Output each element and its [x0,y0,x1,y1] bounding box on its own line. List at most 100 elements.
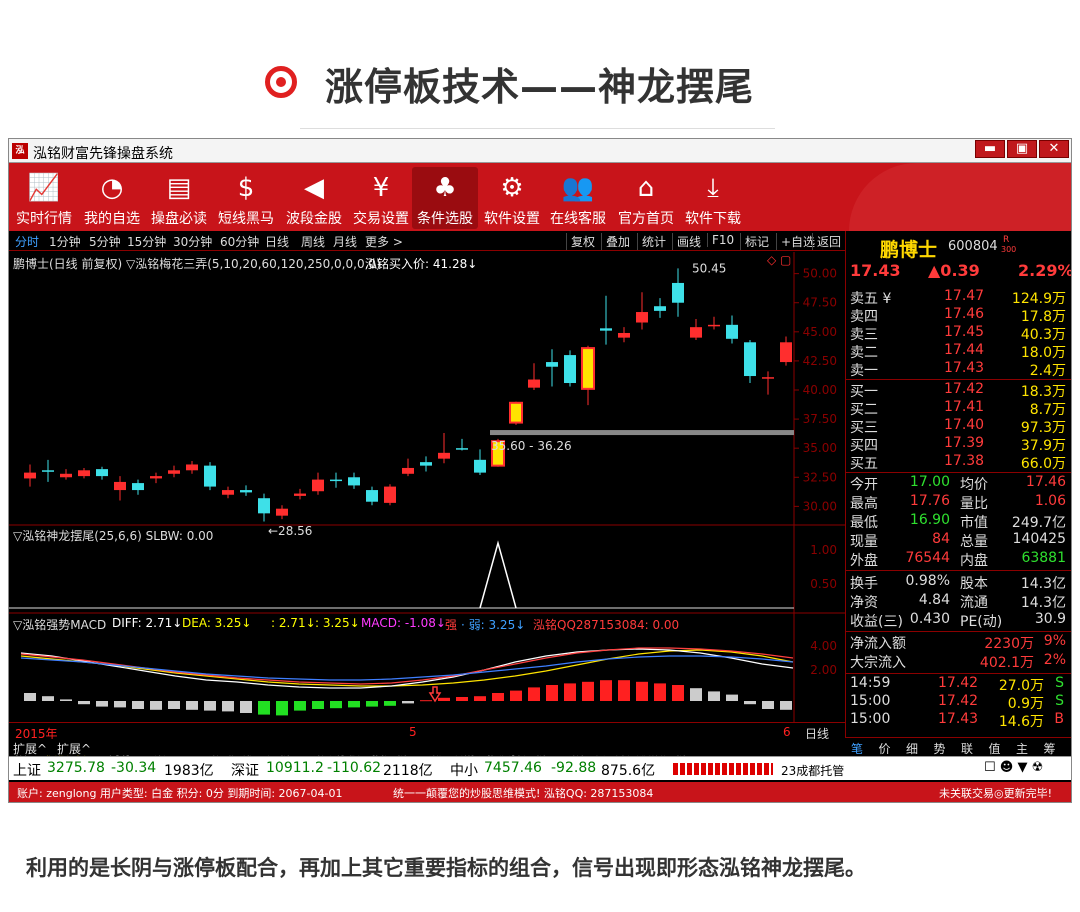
candle [420,462,432,466]
y-tick-label: 47.50 [803,296,837,310]
stat-label: 量比 [960,496,988,512]
flow-label: 净流入额 [850,636,906,652]
y-tick-label: 40.00 [803,383,837,397]
toolbar-button-4[interactable]: ◀ 波段金股 [281,167,347,229]
toolbar-button-2[interactable]: ▤ 操盘必读 [146,167,212,229]
right-tab-0[interactable]: 复权 [566,233,595,250]
toolbar-button-6[interactable]: ♣ 条件选股 [412,167,478,229]
minimize-button[interactable]: ▬ [975,140,1005,158]
macd-bar [618,680,630,701]
side-tab-4[interactable]: 联 [961,740,973,757]
fund-value: 0.430 [909,611,950,627]
period-tab-1[interactable]: 1分钟 [49,233,81,250]
side-tab-2[interactable]: 细 [906,740,918,757]
side-tab-5[interactable]: 值 [989,740,1001,757]
maximize-button[interactable]: ▣ [1007,140,1037,158]
right-tab-4[interactable]: F10 [707,233,734,247]
fund-row: 收益(三) 0.430 PE(动) 30.9 [848,611,1070,630]
side-tab-0[interactable]: 笔 [851,740,863,757]
right-tab-3[interactable]: 画线 [672,233,701,250]
period-tab-7[interactable]: 周线 [301,233,325,250]
period-tab-6[interactable]: 日线 [265,233,289,250]
stat-label: 总量 [960,534,988,550]
period-tab-5[interactable]: 60分钟 [220,233,259,250]
macd-bar [366,701,378,707]
y-tick-label: 37.50 [803,412,837,426]
tick-side: S [1055,693,1064,709]
right-tab-7[interactable]: 返回 [812,233,841,250]
right-tab-1[interactable]: 叠加 [601,233,630,250]
macd-bar [222,701,234,712]
trading-app-window: 泓 泓铭财富先锋操盘系统 ▬ ▣ ✕ 📈 实时行情 ◔ 我的自选 ▤ 操盘必读 $ 短线黑马 ◀… [8,138,1072,803]
macd-bar [168,701,180,709]
sell-price: 17.45 [944,324,985,340]
toolbar-button-9[interactable]: ⌂ 官方首页 [613,167,679,229]
tree-icon: ♣ [433,173,457,203]
stock-code: 600804 [948,239,998,254]
candle [726,324,738,339]
toolbar-button-0[interactable]: 📈 实时行情 [11,167,77,229]
flow-row: 大宗流入 402.1万 2% [848,652,1070,671]
macd-bar [744,701,756,705]
period-tab-8[interactable]: 月线 [333,233,357,250]
fund-value: 14.3亿 [1020,595,1066,611]
sh-change: -30.34 [111,760,157,776]
status-icons[interactable]: ☐ ☻ ▼ ☢ [984,760,1043,775]
sub2-legend: ▽泓铭强势MACD [13,618,107,632]
candle [744,342,756,377]
right-tab-2[interactable]: 统计 [637,233,666,250]
chart-options-icon[interactable]: ◇ ▢ [767,253,791,267]
zx-value: 7457.46 [484,760,542,776]
macd-bar [438,697,450,701]
chart-area: 50.00 47.50 45.00 42.50 40.00 37.50 35.00 32.50… [9,252,845,722]
stat-label: 今开 [850,477,878,493]
macd-bar [294,701,306,711]
macd-bar [42,696,54,701]
home-icon: ⌂ [637,173,655,203]
candle [114,481,126,491]
expand-button-1[interactable]: 扩展^ [57,740,91,757]
macd-bar [60,699,72,701]
flow-label: 大宗流入 [850,655,906,671]
sell-volume: 17.8万 [1020,309,1066,325]
expand-button-0[interactable]: 扩展^ [13,740,47,757]
stat-value: 1.06 [1034,493,1066,509]
side-tab-6[interactable]: 主 [1016,740,1028,757]
right-tab-5[interactable]: 标记 [740,233,769,250]
candle [276,508,288,516]
period-tab-3[interactable]: 15分钟 [127,233,166,250]
sell-label: 卖五 ¥ [850,291,892,307]
buy-label: 买四 [850,438,878,454]
candle [240,490,252,493]
period-tab-2[interactable]: 5分钟 [89,233,121,250]
side-tab-bar: 笔价细势联值主筹 [845,737,1071,757]
side-tab-3[interactable]: 势 [934,740,946,757]
stock-r-sub: 300 [1001,245,1017,254]
stock-r-mark: R [1003,235,1010,245]
toolbar-button-1[interactable]: ◔ 我的自选 [79,167,145,229]
buy-row: 买二 17.41 8.7万 [848,399,1070,418]
sell-volume: 18.0万 [1020,345,1066,361]
stat-label: 均价 [960,477,988,493]
stat-value: 76544 [905,550,950,566]
toolbar-button-10[interactable]: ⤓ 软件下载 [680,167,746,229]
close-button[interactable]: ✕ [1039,140,1069,158]
candle [348,477,360,486]
side-tab-1[interactable]: 价 [879,740,891,757]
zx-change: -92.88 [551,760,597,776]
toolbar-button-3[interactable]: $ 短线黑马 [213,167,279,229]
period-tab-0[interactable]: 分时 [15,233,39,250]
toolbar-button-8[interactable]: 👥 在线客服 [545,167,611,229]
candle [438,452,450,459]
side-tab-7[interactable]: 筹 [1044,740,1056,757]
toolbar-button-5[interactable]: ¥ 交易设置 [348,167,414,229]
right-tab-6[interactable]: +自选 [776,233,815,250]
index-status-bar: 上证 3275.78 -30.34 1983亿 深证 10911.2 -110.… [9,756,1071,780]
period-tab-9[interactable]: 更多 > [365,233,403,250]
article-caption: 利用的是长阴与涨停板配合，再加上其它重要指标的组合，信号出现即形态泓铭神龙摆尾。 [26,856,866,880]
toolbar-button-7[interactable]: ⚙ 软件设置 [479,167,545,229]
period-tab-4[interactable]: 30分钟 [173,233,212,250]
flow-pct: 2% [1043,652,1066,668]
candle [294,493,306,496]
stat-value: 16.90 [909,512,950,528]
